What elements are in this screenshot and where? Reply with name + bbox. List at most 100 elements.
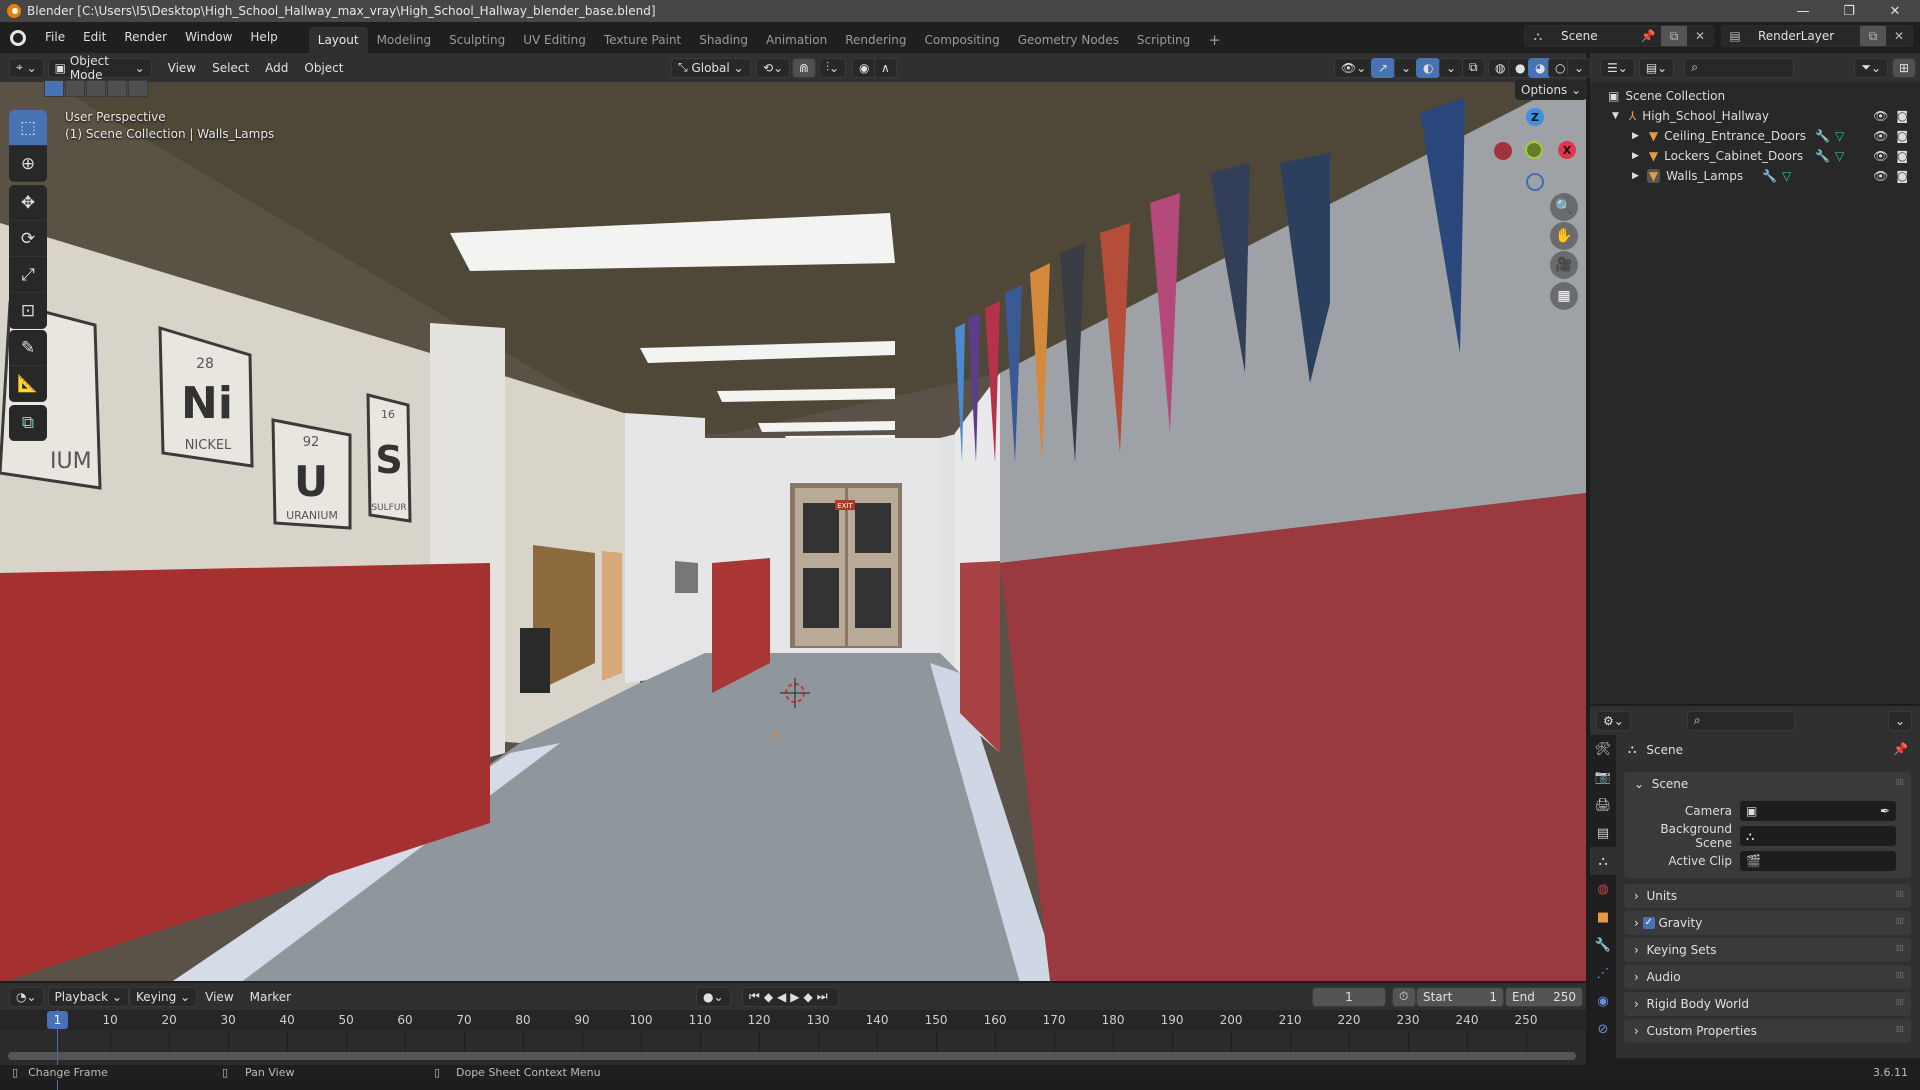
- mesh-data-icon[interactable]: ▽: [1835, 149, 1844, 163]
- visibility-eye-icon[interactable]: 👁: [1873, 149, 1888, 163]
- render-camera-icon[interactable]: ◙: [1896, 149, 1908, 163]
- zoom-view-button[interactable]: 🔍: [1550, 193, 1578, 221]
- expand-arrow-icon[interactable]: ▶: [1632, 171, 1639, 181]
- tab-scene[interactable]: ⛬: [1590, 847, 1616, 875]
- camera-field[interactable]: ▣ ✒: [1740, 801, 1896, 821]
- transform-orientation-dropdown[interactable]: ⤡ Global ⌄: [671, 57, 751, 78]
- menu-view[interactable]: View: [160, 61, 204, 75]
- tab-modifiers[interactable]: 🔧: [1590, 931, 1616, 959]
- pan-view-button[interactable]: ✋: [1550, 222, 1578, 250]
- tab-output[interactable]: 🖨: [1590, 791, 1616, 819]
- timeline-editor-type[interactable]: ◔ ⌄: [9, 986, 44, 1007]
- pivot-point-dropdown[interactable]: ⟲ ⌄: [756, 57, 791, 78]
- overlays-toggle[interactable]: ◐: [1416, 57, 1441, 78]
- measure-tool[interactable]: 📐: [9, 366, 47, 402]
- outliner-object-row[interactable]: ▶ ▼ Ceiling_Entrance_Doors 🔧 ▽ 👁 ◙: [1590, 126, 1920, 146]
- proportional-edit-toggle[interactable]: ◉: [852, 57, 877, 78]
- tab-world[interactable]: ◍: [1590, 875, 1616, 903]
- menu-render[interactable]: Render: [115, 22, 176, 53]
- scene-name[interactable]: Scene: [1551, 29, 1635, 43]
- select-subtract-icon[interactable]: [86, 80, 106, 97]
- outliner-object-row[interactable]: ▶ ▼ Lockers_Cabinet_Doors 🔧 ▽ 👁 ◙: [1590, 146, 1920, 166]
- select-new-icon[interactable]: [44, 80, 64, 97]
- play-icon[interactable]: ▶: [790, 990, 803, 1004]
- timeline-view-menu[interactable]: View: [197, 990, 241, 1004]
- axis-neg-x-gizmo[interactable]: [1494, 142, 1512, 160]
- render-camera-icon[interactable]: ◙: [1896, 129, 1908, 143]
- drag-handle-icon[interactable]: ⁞⁞⁞⁞: [1896, 890, 1905, 900]
- visibility-eye-icon[interactable]: 👁: [1873, 169, 1888, 183]
- prev-keyframe-icon[interactable]: ◆: [764, 990, 777, 1004]
- audio-panel[interactable]: › Audio ⁞⁞⁞⁞: [1624, 965, 1911, 989]
- menu-help[interactable]: Help: [241, 22, 286, 53]
- blender-menu-icon[interactable]: [10, 29, 26, 46]
- scene-selector[interactable]: ⛬ Scene 📌 ⧉ ✕: [1524, 25, 1714, 47]
- visibility-eye-icon[interactable]: 👁: [1873, 109, 1888, 123]
- end-frame-field[interactable]: End 250: [1505, 986, 1583, 1007]
- move-tool[interactable]: ✥: [9, 185, 47, 221]
- expand-arrow-icon[interactable]: ▼: [1612, 111, 1619, 121]
- menu-object[interactable]: Object: [296, 61, 351, 75]
- mesh-data-icon[interactable]: ▽: [1835, 129, 1844, 143]
- rotate-tool[interactable]: ⟳: [9, 221, 47, 257]
- camera-view-button[interactable]: 🎥: [1550, 251, 1578, 279]
- play-reverse-icon[interactable]: ◀: [777, 990, 790, 1004]
- axis-neg-z-gizmo[interactable]: [1526, 173, 1544, 191]
- tab-sculpting[interactable]: Sculpting: [440, 27, 514, 53]
- tab-scripting[interactable]: Scripting: [1128, 27, 1199, 53]
- menu-file[interactable]: File: [36, 22, 74, 53]
- shading-dropdown[interactable]: ⌄: [1567, 57, 1592, 78]
- tab-compositing[interactable]: Compositing: [915, 27, 1008, 53]
- menu-add[interactable]: Add: [257, 61, 296, 75]
- rigid-body-world-panel[interactable]: › Rigid Body World ⁞⁞⁞⁞: [1624, 992, 1911, 1016]
- tab-geometry-nodes[interactable]: Geometry Nodes: [1009, 27, 1128, 53]
- tab-render[interactable]: 📷: [1590, 763, 1616, 791]
- units-panel[interactable]: › Units ⁞⁞⁞⁞: [1624, 884, 1911, 908]
- axis-z-gizmo[interactable]: Z: [1526, 108, 1544, 126]
- tab-modeling[interactable]: Modeling: [368, 27, 441, 53]
- snap-toggle[interactable]: ⋒: [792, 57, 817, 78]
- view-layer-selector[interactable]: ▤ RenderLayer ⧉ ✕: [1721, 25, 1913, 47]
- current-frame-field[interactable]: 1: [1312, 986, 1386, 1007]
- menu-window[interactable]: Window: [176, 22, 241, 53]
- select-intersect-icon[interactable]: [128, 80, 148, 97]
- next-keyframe-icon[interactable]: ◆: [804, 990, 817, 1004]
- pin-icon[interactable]: 📌: [1893, 742, 1908, 756]
- tab-uv-editing[interactable]: UV Editing: [514, 27, 595, 53]
- jump-end-icon[interactable]: ⏭: [817, 989, 832, 1004]
- menu-select[interactable]: Select: [204, 61, 257, 75]
- gizmo-dropdown[interactable]: ⌄: [1394, 57, 1419, 78]
- gravity-panel[interactable]: › ✓ Gravity ⁞⁞⁞⁞: [1624, 911, 1911, 935]
- tab-texture-paint[interactable]: Texture Paint: [595, 27, 690, 53]
- mesh-data-icon[interactable]: ▽: [1782, 169, 1791, 183]
- timeline-marker-menu[interactable]: Marker: [242, 990, 299, 1004]
- auto-keying-toggle[interactable]: ● ⌄: [696, 986, 731, 1007]
- overlays-dropdown[interactable]: ⌄: [1439, 57, 1464, 78]
- playback-menu[interactable]: Playback ⌄: [47, 986, 129, 1007]
- keying-sets-panel[interactable]: › Keying Sets ⁞⁞⁞⁞: [1624, 938, 1911, 962]
- close-button[interactable]: ✕: [1872, 0, 1918, 22]
- outliner-editor-type[interactable]: ☰ ⌄: [1600, 57, 1635, 78]
- modifier-wrench-icon[interactable]: 🔧: [1815, 149, 1830, 163]
- transform-tool[interactable]: ⊡: [9, 293, 47, 329]
- drag-handle-icon[interactable]: ⁞⁞⁞⁞: [1896, 971, 1905, 981]
- outliner-collection-row[interactable]: ▼ ⅄ High_School_Hallway 👁 ◙: [1590, 106, 1920, 126]
- axis-x-gizmo[interactable]: X: [1558, 141, 1576, 159]
- custom-properties-panel[interactable]: › Custom Properties ⁞⁞⁞⁞: [1624, 1019, 1911, 1043]
- add-cube-tool[interactable]: ⧉: [9, 405, 47, 441]
- visibility-eye-icon[interactable]: 👁: [1873, 129, 1888, 143]
- tab-layout[interactable]: Layout: [308, 27, 368, 53]
- scene-panel-header[interactable]: ⌄ Scene: [1624, 772, 1911, 796]
- scale-tool[interactable]: ⤢: [9, 257, 47, 293]
- tab-tool[interactable]: 🛠: [1590, 735, 1616, 763]
- timeline-body[interactable]: [0, 1030, 1586, 1065]
- select-invert-icon[interactable]: [107, 80, 127, 97]
- tab-constraints[interactable]: ⊘: [1590, 1015, 1616, 1043]
- new-collection-button[interactable]: ⊞: [1891, 57, 1916, 78]
- object-visibility-dropdown[interactable]: 👁 ⌄: [1334, 57, 1374, 78]
- add-workspace-button[interactable]: +: [1199, 27, 1230, 53]
- view-layer-name[interactable]: RenderLayer: [1748, 29, 1860, 43]
- properties-editor-type[interactable]: ⚙ ⌄: [1596, 710, 1631, 731]
- snap-target-dropdown[interactable]: ⫶ ⌄: [819, 57, 847, 78]
- mode-dropdown[interactable]: ▣ Object Mode ⌄: [47, 54, 152, 82]
